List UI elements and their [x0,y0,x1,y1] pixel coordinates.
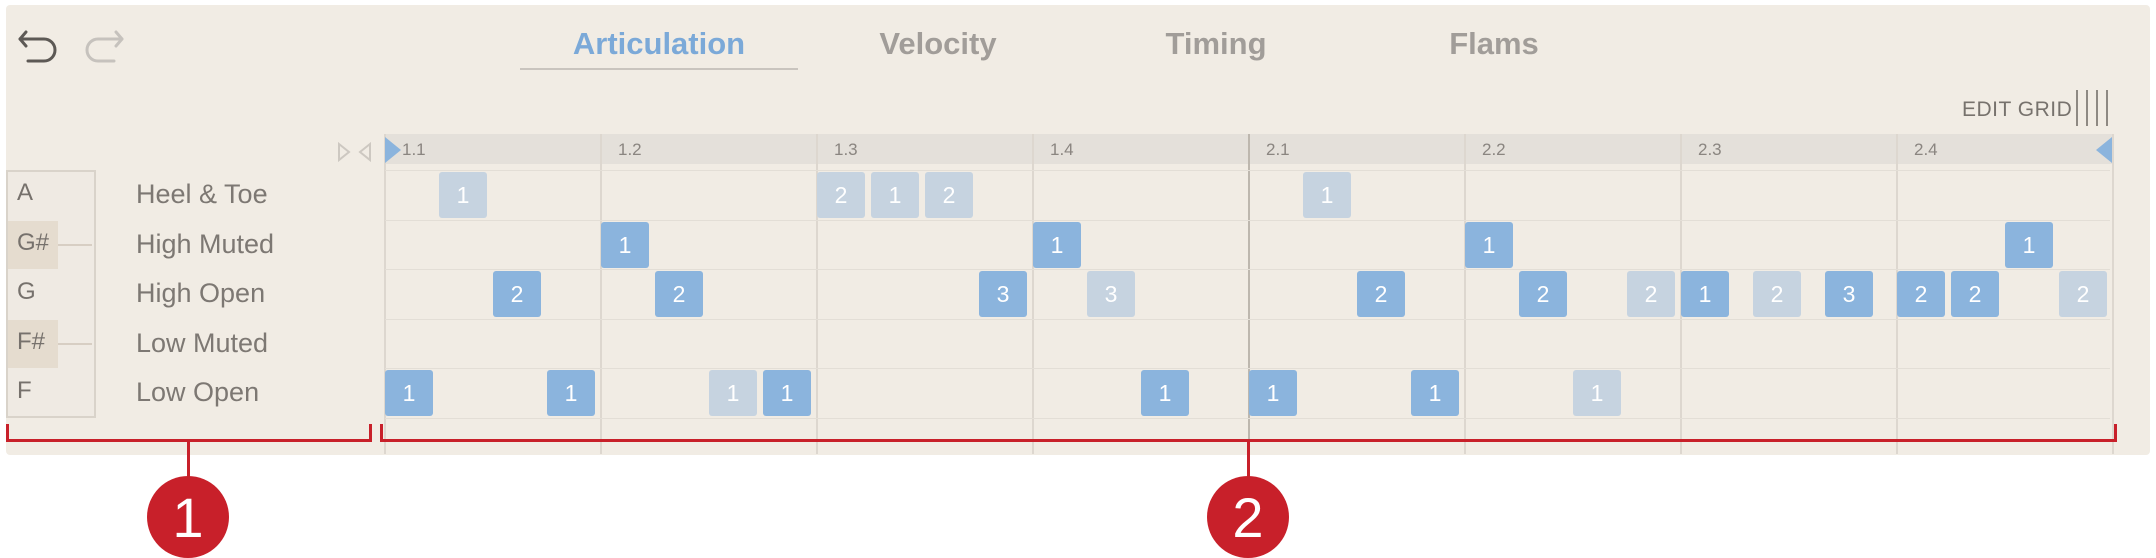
bar-gridline [600,134,602,454]
redo-icon [85,30,124,63]
note-cell[interactable]: 1 [709,370,757,416]
redo-button[interactable] [78,18,128,68]
note-cell[interactable]: 1 [601,222,649,268]
bar-label: 1.4 [1050,140,1074,159]
bar-label: 2.1 [1266,140,1290,159]
active-tab-underline [520,68,798,70]
bar-label: 2.4 [1914,140,1938,159]
note-cell[interactable]: 2 [817,172,865,218]
key-g[interactable]: G [8,270,94,318]
callout-bracket-1-stem [187,442,190,480]
note-cell[interactable]: 1 [1141,370,1189,416]
edit-grid-icon[interactable] [2074,90,2114,126]
callout-bracket-2-stem [1247,442,1250,480]
tab-articulation[interactable]: Articulation [520,26,798,62]
bar-label: 1.1 [402,140,426,159]
edit-grid-button[interactable]: EDIT GRID [1962,98,2072,122]
bar-label: 1.2 [618,140,642,159]
note-cell[interactable]: 1 [439,172,487,218]
zoom-in-icon[interactable] [357,140,373,164]
undo-icon [18,30,57,63]
note-cell[interactable]: 2 [1519,271,1567,317]
row-gridline [385,220,2110,221]
row-gridline [385,170,2110,171]
note-cell[interactable]: 1 [1681,271,1729,317]
note-cell[interactable]: 2 [925,172,973,218]
note-cell[interactable]: 1 [1033,222,1081,268]
note-cell[interactable]: 1 [547,370,595,416]
note-cell[interactable]: 1 [1249,370,1297,416]
note-cell[interactable]: 1 [1303,172,1351,218]
bar-gridline [1032,134,1034,454]
callout-badge-1: 1 [147,476,229,558]
note-cell[interactable]: 1 [385,370,433,416]
bar-label: 2.3 [1698,140,1722,159]
key-label: F [17,377,32,404]
bar-label: 2.2 [1482,140,1506,159]
note-cell[interactable]: 2 [1357,271,1405,317]
note-cell[interactable]: 1 [871,172,919,218]
note-cell[interactable]: 2 [1627,271,1675,317]
callout-bracket-1-right [369,424,372,442]
bar-gridline [1464,134,1466,454]
note-cell[interactable]: 1 [763,370,811,416]
key-a[interactable]: A [8,171,94,219]
callout-bracket-2-right [2114,424,2117,442]
key-label: F# [17,328,46,355]
bar-label: 1.3 [834,140,858,159]
note-cell[interactable]: 2 [1897,271,1945,317]
sharp-key-line [58,244,92,246]
bar-gridline [2112,134,2114,454]
row-gridline [385,418,2110,419]
tab-flams[interactable]: Flams [1356,26,1632,62]
key-g-sharp[interactable]: G# [8,221,58,269]
zoom-out-icon[interactable] [336,140,352,164]
note-cell[interactable]: 3 [1087,271,1135,317]
tab-timing[interactable]: Timing [1078,26,1354,62]
note-cell[interactable]: 1 [1465,222,1513,268]
note-cell[interactable]: 1 [1573,370,1621,416]
callout-bracket-1-left [6,424,9,442]
note-cell[interactable]: 3 [979,271,1027,317]
sound-row-label[interactable]: Heel & Toe [136,179,268,210]
key-label: G [17,278,36,305]
note-cell[interactable]: 1 [2005,222,2053,268]
callout-badge-2: 2 [1207,476,1289,558]
key-label: G# [17,229,50,256]
sound-row-label[interactable]: Low Open [136,377,259,408]
note-cell[interactable]: 2 [655,271,703,317]
note-cell[interactable]: 2 [493,271,541,317]
sound-row-label[interactable]: High Open [136,278,265,309]
undo-button[interactable] [14,18,64,68]
tab-velocity[interactable]: Velocity [800,26,1076,62]
row-gridline [385,368,2110,369]
sharp-key-line [58,343,92,345]
row-gridline [385,319,2110,320]
sound-row-label[interactable]: High Muted [136,229,274,260]
key-f-sharp[interactable]: F# [8,320,58,368]
note-cell[interactable]: 2 [2059,271,2107,317]
note-cell[interactable]: 2 [1753,271,1801,317]
note-cell[interactable]: 1 [1411,370,1459,416]
note-cell[interactable]: 3 [1825,271,1873,317]
key-label: A [17,179,34,206]
row-gridline [385,269,2110,270]
key-f[interactable]: F [8,369,94,417]
loop-start-marker[interactable] [385,137,403,163]
callout-bracket-2-left [380,424,383,442]
loop-end-marker[interactable] [2094,137,2112,163]
note-cell[interactable]: 2 [1951,271,1999,317]
sound-row-label[interactable]: Low Muted [136,328,268,359]
